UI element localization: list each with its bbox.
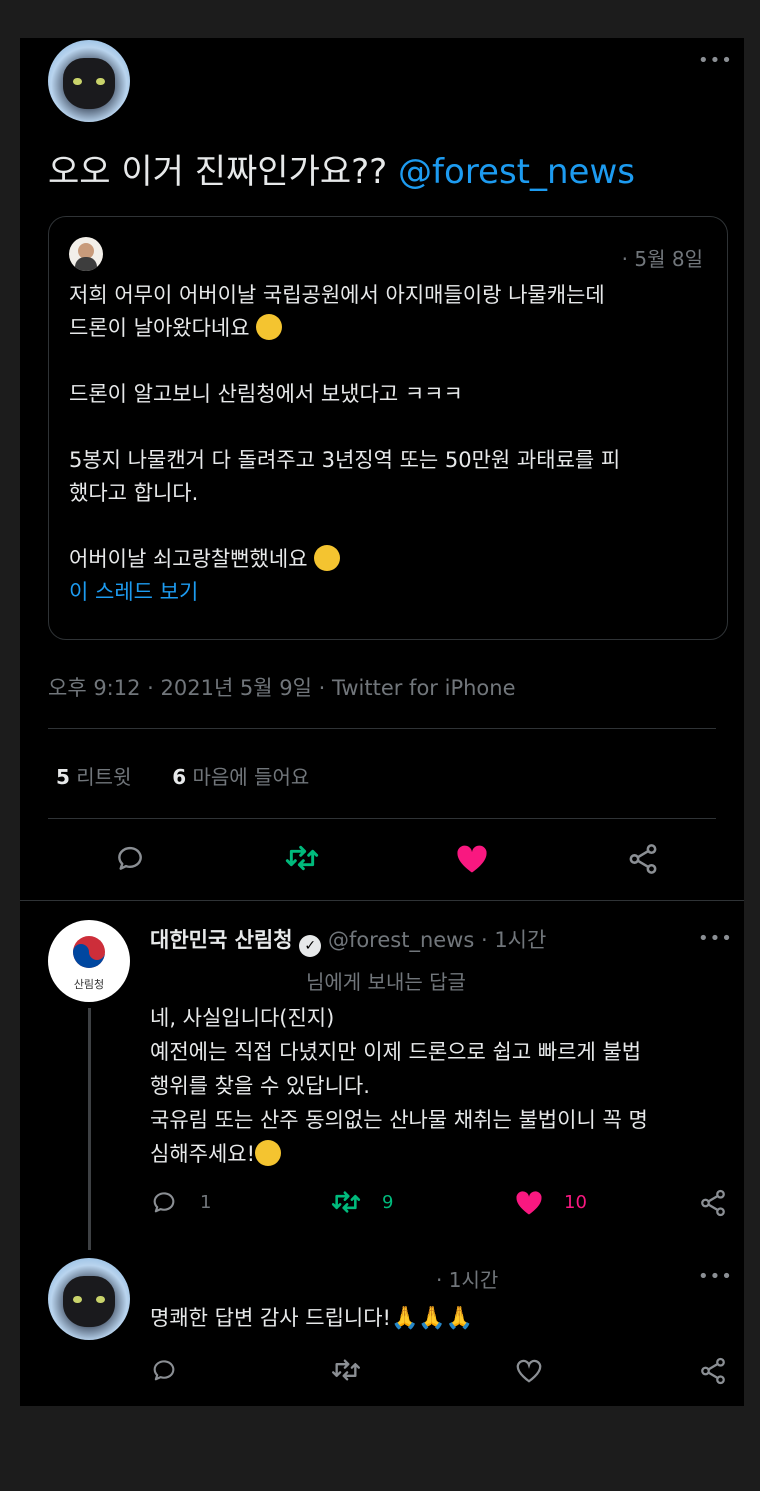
quoted-line: 드론이 알고보니 산림청에서 보냈다고 ㅋㅋㅋ	[69, 382, 463, 406]
reply-line: 국유림 또는 산주 동의없는 산나물 채취는 불법이니 꼭 명	[150, 1108, 648, 1132]
display-name[interactable]: 대한민국 산림청	[150, 928, 293, 952]
author-avatar[interactable]	[48, 40, 130, 122]
like-heart-icon[interactable]	[514, 1188, 544, 1216]
reply-line: 심해주세요!	[150, 1137, 730, 1171]
cat-eye	[96, 78, 105, 86]
retweet-icon[interactable]	[284, 842, 320, 874]
reply-icon[interactable]	[150, 1356, 178, 1384]
reply1-body: 네, 사실입니다(진지) 예전에는 직접 다녔지만 이제 드론으로 쉽고 빠르게…	[150, 1001, 730, 1171]
reply-line-text: 심해주세요!	[150, 1142, 256, 1166]
more-icon[interactable]: •••	[698, 928, 733, 949]
thread-line	[88, 1008, 91, 1250]
crying-emoji-icon	[255, 1140, 282, 1166]
tweet-meta: 오후 9:12 · 2021년 5월 9일 · Twitter for iPho…	[48, 676, 516, 700]
cat-eye	[73, 1296, 82, 1304]
quoted-line: 저희 어무이 어버이날 국립공원에서 아지매들이랑 나물캐는데	[69, 283, 605, 307]
quoted-line-text: 드론이 날아왔다네요	[69, 316, 250, 340]
like-heart-icon[interactable]	[454, 842, 490, 874]
reply2-body: 명쾌한 답변 감사 드립니다!🙏🙏🙏	[150, 1301, 473, 1336]
like-stat[interactable]: 6 마음에 들어요	[172, 765, 309, 789]
reply-line: 예전에는 직접 다녔지만 이제 드론으로 쉽고 빠르게 불법	[150, 1040, 642, 1064]
cat-eye	[73, 78, 82, 86]
rofl-emoji-icon	[314, 545, 341, 571]
folded-hands-emoji-icon: 🙏🙏🙏	[390, 1306, 474, 1331]
reply2-text: 명쾌한 답변 감사 드립니다!	[150, 1306, 391, 1330]
reply1-header: 대한민국 산림청 ✓ @forest_news · 1시간	[150, 924, 546, 957]
quoted-line: 했다고 합니다.	[69, 481, 199, 505]
like-count: 10	[564, 1192, 587, 1213]
like-heart-outline-icon[interactable]	[514, 1356, 544, 1384]
tweet-body: 오오 이거 진짜인가요??	[48, 152, 399, 192]
cat-face	[62, 58, 116, 109]
show-thread-link[interactable]: 이 스레드 보기	[69, 576, 709, 609]
quoted-body: 저희 어무이 어버이날 국립공원에서 아지매들이랑 나물캐는데 드론이 날아왔다…	[69, 279, 709, 609]
quoted-author-avatar	[69, 237, 103, 271]
reply-line: 네, 사실입니다(진지)	[150, 1006, 335, 1030]
retweet-count: 9	[382, 1192, 394, 1213]
author-avatar[interactable]	[48, 1258, 130, 1340]
share-icon[interactable]	[626, 842, 660, 876]
mention-link[interactable]: @forest_news	[398, 152, 635, 192]
quoted-line: 5봉지 나물캔거 다 돌려주고 3년징역 또는 50만원 과태료를 피	[69, 448, 621, 472]
retweet-stat[interactable]: 5 리트윗	[56, 765, 131, 789]
forest-service-avatar[interactable]: 산림청	[48, 920, 130, 1002]
section-divider	[20, 900, 744, 901]
taeguk-logo-icon	[73, 936, 105, 968]
quoted-date: · 5월 8일	[621, 247, 703, 271]
more-icon[interactable]: •••	[698, 1266, 733, 1287]
retweet-icon[interactable]	[330, 1188, 362, 1216]
divider	[48, 818, 716, 819]
more-icon[interactable]: •••	[698, 50, 733, 71]
tweet-text: 오오 이거 진짜인가요?? @forest_news	[48, 150, 635, 194]
forest-service-avatar-label: 산림청	[73, 978, 105, 991]
handle-time: @forest_news · 1시간	[327, 928, 547, 952]
tweet-stats: 5 리트윗 6 마음에 들어요	[56, 761, 309, 790]
reply2-time: · 1시간	[436, 1268, 499, 1292]
share-icon[interactable]	[698, 1188, 728, 1218]
divider	[48, 728, 716, 729]
verified-badge-icon: ✓	[299, 935, 322, 957]
rofl-emoji-icon	[256, 314, 283, 340]
quoted-line: 어버이날 쇠고랑찰뻔했네요	[69, 543, 709, 576]
share-icon[interactable]	[698, 1356, 728, 1386]
reply-icon[interactable]	[114, 842, 146, 874]
quoted-line-text: 어버이날 쇠고랑찰뻔했네요	[69, 547, 308, 571]
quoted-tweet[interactable]: · 5월 8일 저희 어무이 어버이날 국립공원에서 아지매들이랑 나물캐는데 …	[48, 216, 728, 640]
reply-count: 1	[200, 1192, 212, 1213]
replying-to: 님에게 보내는 답글	[306, 970, 466, 994]
cat-eye	[96, 1296, 105, 1304]
tweet-panel: ••• 오오 이거 진짜인가요?? @forest_news · 5월 8일 저…	[20, 38, 744, 1406]
reply-icon[interactable]	[150, 1188, 178, 1216]
quoted-line: 드론이 날아왔다네요	[69, 312, 709, 345]
reply-line: 행위를 찾을 수 있답니다.	[150, 1074, 370, 1098]
cat-face	[62, 1276, 116, 1327]
retweet-icon[interactable]	[330, 1356, 362, 1384]
